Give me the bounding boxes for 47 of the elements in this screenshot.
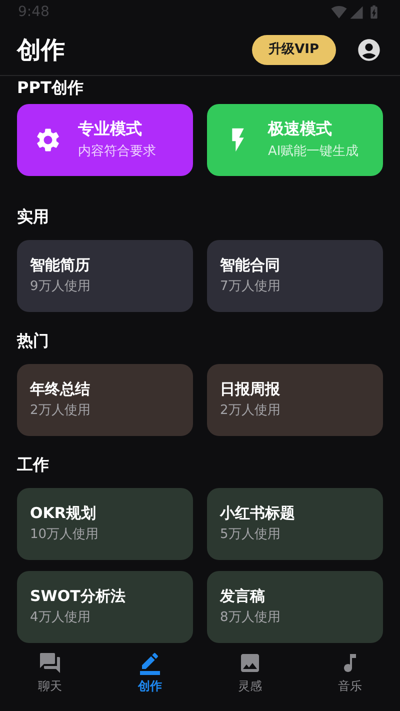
image-icon [238, 651, 262, 675]
template-card[interactable]: 小红书标题 5万人使用 [207, 488, 383, 560]
card-title: 小红书标题 [220, 503, 296, 523]
page-title: 创作 [17, 34, 65, 66]
section-heading: 实用 [17, 206, 49, 228]
mode-subtitle: AI赋能一键生成 [268, 142, 359, 160]
card-subtitle: 5万人使用 [220, 526, 282, 544]
mode-subtitle: 内容符合要求 [78, 142, 156, 160]
mode-title: 极速模式 [268, 118, 333, 138]
pen-icon [138, 651, 162, 675]
card-subtitle: 8万人使用 [220, 609, 282, 627]
card-subtitle: 9万人使用 [30, 278, 92, 296]
template-card[interactable]: 日报周报 2万人使用 [207, 364, 383, 436]
card-subtitle: 7万人使用 [220, 278, 282, 296]
section-heading: PPT创作 [17, 77, 84, 99]
template-card[interactable]: 智能简历 9万人使用 [17, 240, 193, 312]
upgrade-vip-button[interactable]: 升级VIP [252, 34, 336, 64]
template-card[interactable]: OKR规划 10万人使用 [17, 488, 193, 560]
card-title: 日报周报 [220, 379, 281, 399]
section-heading: 热门 [17, 330, 49, 352]
card-title: 智能简历 [30, 255, 91, 275]
template-card[interactable]: 智能合同 7万人使用 [207, 240, 383, 312]
template-card[interactable]: 年终总结 2万人使用 [17, 364, 193, 436]
card-title: OKR规划 [30, 503, 97, 523]
card-subtitle: 4万人使用 [30, 609, 92, 627]
template-card[interactable]: SWOT分析法 4万人使用 [17, 571, 193, 643]
gear-icon [34, 126, 62, 154]
nav-tab[interactable]: 聊天 [0, 643, 100, 711]
card-title: SWOT分析法 [30, 586, 126, 606]
card-subtitle: 10万人使用 [30, 526, 100, 544]
mode-card[interactable]: 专业模式 内容符合要求 [17, 104, 193, 176]
wifi-icon [331, 4, 347, 20]
card-subtitle: 2万人使用 [30, 402, 92, 420]
card-subtitle: 2万人使用 [220, 402, 282, 420]
template-card[interactable]: 发言稿 8万人使用 [207, 571, 383, 643]
nav-tab[interactable]: 创作 [100, 643, 200, 711]
section-heading: 工作 [17, 454, 49, 476]
nav-tab[interactable]: 音乐 [300, 643, 400, 711]
mode-title: 专业模式 [78, 118, 143, 138]
card-title: 年终总结 [30, 379, 91, 399]
account-icon[interactable] [356, 36, 382, 62]
status-time: 9:48 [18, 2, 50, 22]
card-title: 发言稿 [220, 586, 266, 606]
chat-icon [38, 651, 62, 675]
nav-tab[interactable]: 灵感 [200, 643, 300, 711]
card-title: 智能合同 [220, 255, 281, 275]
signal-icon [349, 4, 364, 20]
